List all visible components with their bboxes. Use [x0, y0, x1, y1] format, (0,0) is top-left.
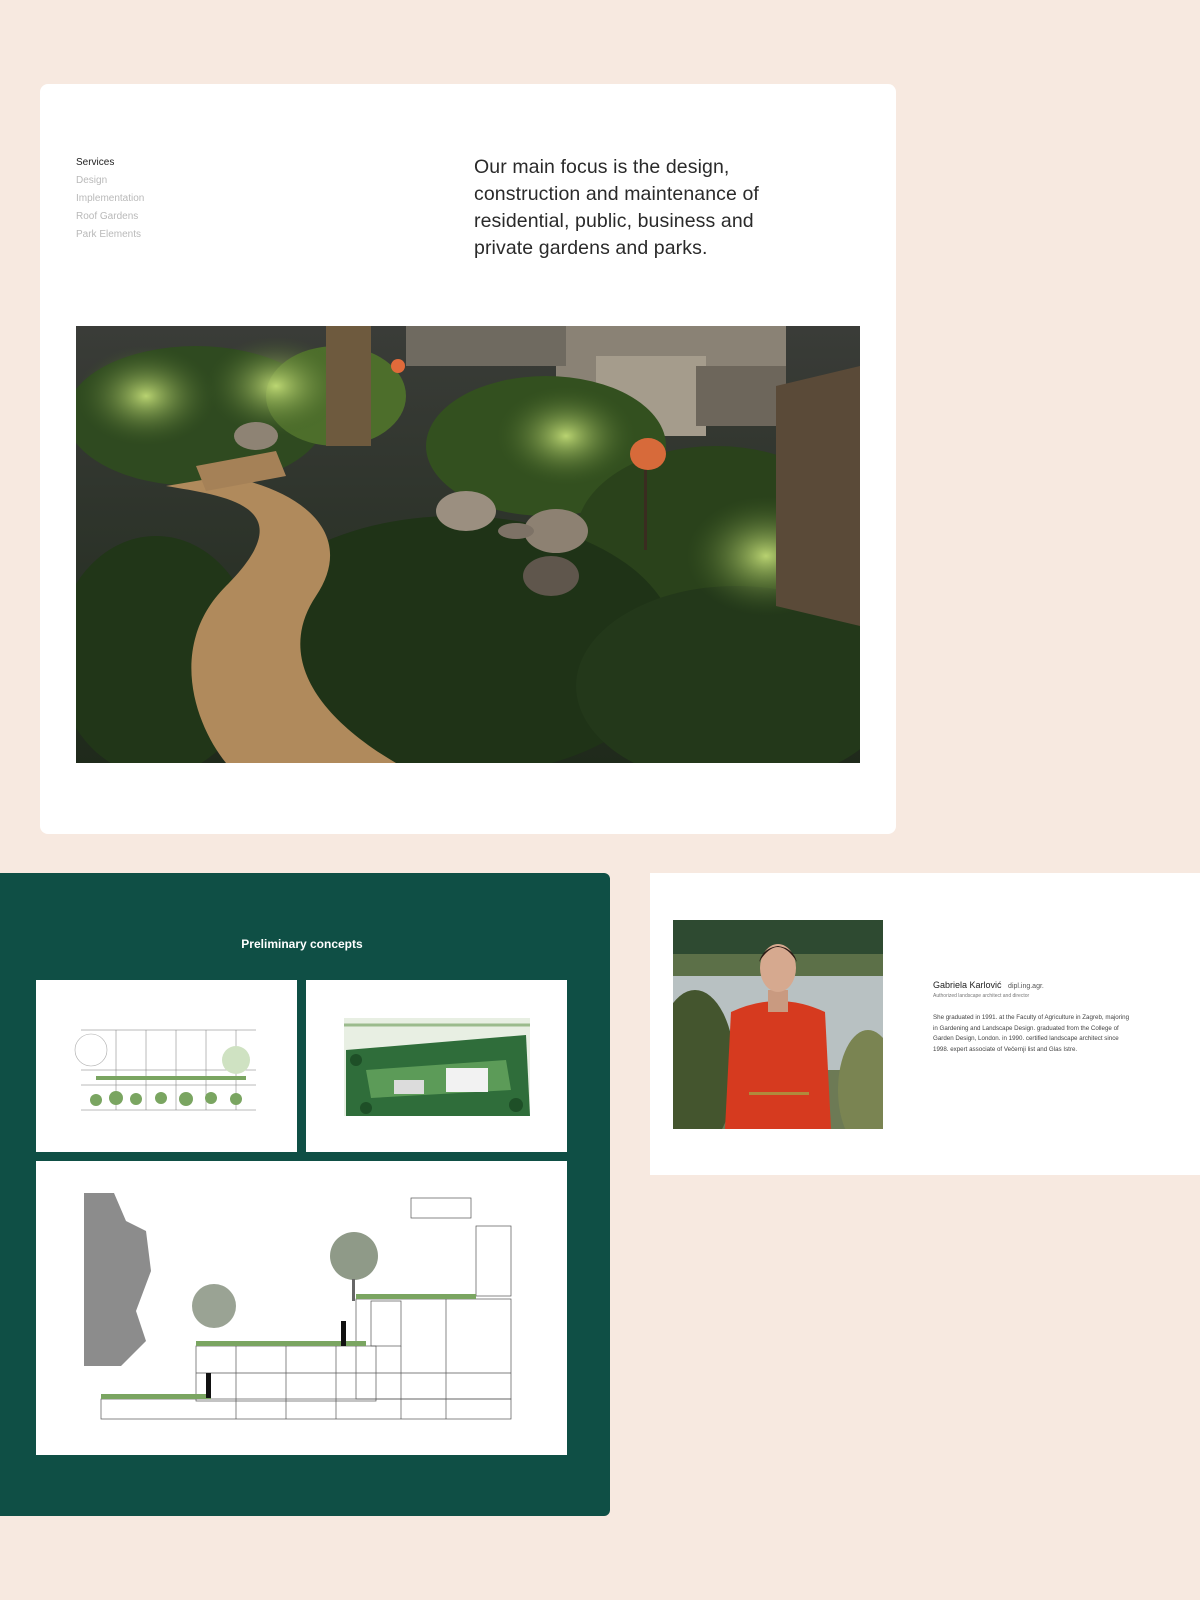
nav-item-park-elements[interactable]: Park Elements: [76, 226, 144, 244]
person-name-line: Gabriela Karlović dipl.ing.agr.: [933, 980, 1133, 990]
person-info: Gabriela Karlović dipl.ing.agr. Authoriz…: [933, 980, 1133, 1055]
person-degree: dipl.ing.agr.: [1008, 983, 1044, 990]
portrait-photo: [673, 920, 883, 1129]
person-role: Authorized landscape architect and direc…: [933, 993, 1030, 999]
person-card: Gabriela Karlović dipl.ing.agr. Authoriz…: [650, 873, 1200, 1175]
nav-item-implementation[interactable]: Implementation: [76, 190, 144, 208]
concepts-card: Preliminary concepts: [0, 873, 610, 1516]
nav-item-design[interactable]: Design: [76, 172, 144, 190]
page: Services Design Implementation Roof Gard…: [0, 0, 1200, 1600]
nav-item-roof-gardens[interactable]: Roof Gardens: [76, 208, 144, 226]
section-drawing: [36, 1161, 567, 1455]
services-card: Services Design Implementation Roof Gard…: [40, 84, 896, 834]
person-bio: She graduated in 1991. at the Faculty of…: [933, 1014, 1130, 1053]
services-headline: Our main focus is the design, constructi…: [474, 156, 759, 259]
concepts-title: Preliminary concepts: [241, 937, 363, 951]
person-name: Gabriela Karlović: [933, 980, 1002, 990]
garden-night-photo: [76, 326, 860, 763]
nav-item-services[interactable]: Services: [76, 154, 144, 172]
services-nav: Services Design Implementation Roof Gard…: [76, 154, 144, 244]
elevation-drawing: [36, 980, 297, 1152]
site-plan-drawing: [306, 980, 567, 1152]
